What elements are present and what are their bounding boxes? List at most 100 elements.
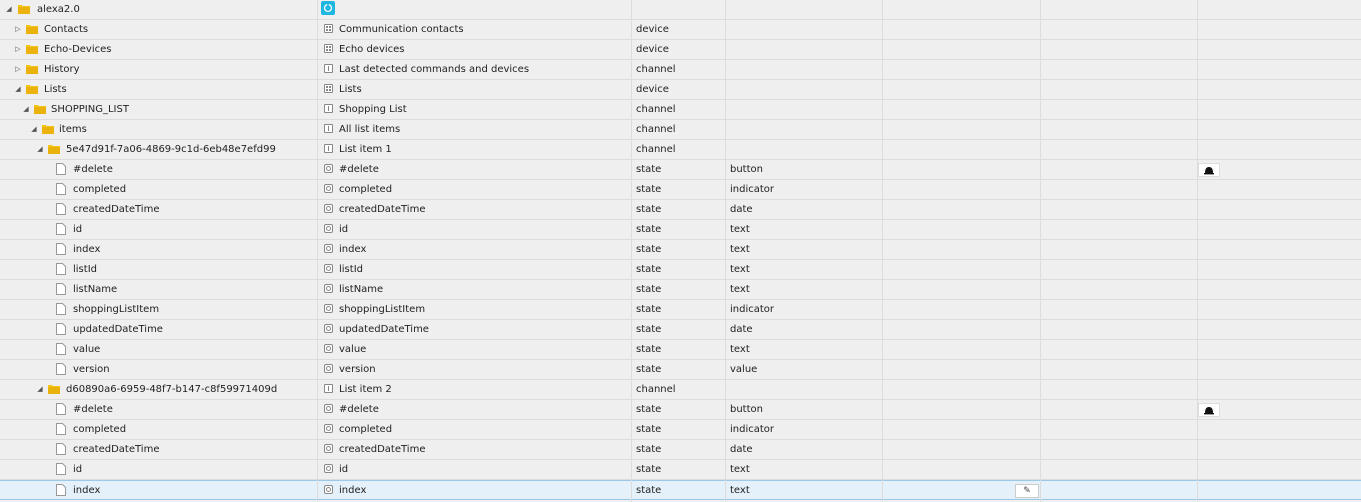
tree-row[interactable]: version version state value (0, 360, 1361, 380)
triangle-right-icon[interactable]: ▷ (13, 20, 23, 39)
folder-icon (26, 25, 38, 34)
object-type: state (636, 464, 662, 475)
tree-row[interactable]: listId listId state text (0, 260, 1361, 280)
value-cell (1198, 400, 1361, 419)
tree-row[interactable]: updatedDateTime updatedDateTime state date (0, 320, 1361, 340)
tree-row[interactable]: ◢ SHOPPING_LIST Shopping List channel (0, 100, 1361, 120)
file-icon (56, 163, 66, 175)
tree-row[interactable]: ▷ Contacts Communication contacts device (0, 20, 1361, 40)
tree-row[interactable]: ◢ items All list items channel (0, 120, 1361, 140)
tree-row[interactable]: completed completed state indicator (0, 420, 1361, 440)
object-type: state (636, 204, 662, 215)
object-tree: ◢ alexa2.0 ▷ Contacts Communication contac… (0, 0, 1361, 502)
room-cell (883, 460, 1040, 479)
triangle-down-icon[interactable]: ◢ (35, 140, 45, 159)
file-icon (56, 463, 66, 475)
file-icon (56, 223, 66, 235)
function-cell (1041, 300, 1197, 319)
value-cell (1198, 220, 1361, 239)
column-divider (1040, 0, 1041, 502)
function-cell (1041, 200, 1197, 219)
tree-row[interactable]: ◢ d60890a6-6959-48f7-b147-c8f59971409d Lis… (0, 380, 1361, 400)
tree-row[interactable]: #delete #delete state button (0, 400, 1361, 420)
tree-row[interactable]: listName listName state text (0, 280, 1361, 300)
triangle-down-icon[interactable]: ◢ (4, 0, 14, 19)
tree-row[interactable]: id id state text (0, 460, 1361, 480)
function-cell (1041, 100, 1197, 119)
name-cell: shoppingListItem (0, 300, 317, 319)
object-type: device (636, 84, 669, 95)
room-cell (883, 100, 1040, 119)
value-cell (1198, 460, 1361, 479)
triangle-down-icon[interactable]: ◢ (29, 120, 39, 139)
name-cell: ◢ alexa2.0 (0, 0, 317, 19)
triangle-down-icon[interactable]: ◢ (13, 80, 23, 99)
object-role: text (730, 224, 750, 235)
value-cell (1198, 340, 1361, 359)
tree-row[interactable]: ◢ 5e47d91f-7a06-4869-9c1d-6eb48e7efd99 Lis… (0, 140, 1361, 160)
object-id: completed (73, 184, 127, 195)
function-cell (1041, 120, 1197, 139)
file-icon (56, 443, 66, 455)
state-type-icon (324, 244, 333, 253)
object-role: text (730, 485, 750, 496)
desc-cell: id (318, 220, 631, 239)
function-cell (1041, 160, 1197, 179)
value-cell (1198, 140, 1361, 159)
pencil-icon[interactable]: ✎ (1015, 484, 1039, 498)
file-icon (56, 323, 66, 335)
tree-row[interactable]: createdDateTime createdDateTime state date (0, 440, 1361, 460)
object-id: #delete (73, 164, 113, 175)
bell-icon[interactable] (1198, 403, 1220, 417)
desc-cell: List item 2 (318, 380, 631, 399)
root-label: alexa2.0 (37, 4, 80, 15)
tree-row[interactable]: completed completed state indicator (0, 180, 1361, 200)
room-cell (883, 420, 1040, 439)
object-description: List item 1 (339, 144, 392, 155)
object-role (726, 380, 886, 399)
bell-icon[interactable] (1198, 163, 1220, 177)
triangle-right-icon[interactable]: ▷ (13, 40, 23, 59)
object-role: indicator (730, 184, 775, 195)
object-id: id (73, 224, 83, 235)
function-cell (1041, 40, 1197, 59)
name-cell: ◢ Lists (0, 80, 317, 99)
object-role: date (730, 444, 753, 455)
tree-row[interactable]: value value state text (0, 340, 1361, 360)
adapter-icon[interactable] (321, 1, 335, 15)
triangle-down-icon[interactable]: ◢ (35, 380, 45, 399)
object-description: id (339, 224, 349, 235)
triangle-down-icon[interactable]: ◢ (21, 100, 31, 119)
object-id: createdDateTime (73, 444, 160, 455)
triangle-right-icon[interactable]: ▷ (13, 60, 23, 79)
object-description: All list items (339, 124, 401, 135)
folder-icon (48, 385, 60, 394)
object-id: 5e47d91f-7a06-4869-9c1d-6eb48e7efd99 (66, 144, 276, 155)
tree-row-root[interactable]: ◢ alexa2.0 (0, 0, 1361, 20)
object-type: state (636, 364, 662, 375)
tree-row[interactable]: createdDateTime createdDateTime state date (0, 200, 1361, 220)
state-type-icon (324, 444, 333, 453)
object-description: createdDateTime (339, 204, 426, 215)
tree-row[interactable]: id id state text (0, 220, 1361, 240)
tree-row[interactable]: shoppingListItem shoppingListItem state ind… (0, 300, 1361, 320)
tree-row[interactable]: ◢ Lists Lists device (0, 80, 1361, 100)
value-cell (1198, 320, 1361, 339)
file-icon (56, 363, 66, 375)
function-cell (1041, 60, 1197, 79)
tree-row[interactable]: index index state text ✎ (0, 480, 1361, 500)
tree-row[interactable]: index index state text (0, 240, 1361, 260)
object-description: Communication contacts (339, 24, 464, 35)
folder-icon (42, 125, 54, 134)
object-description: createdDateTime (339, 444, 426, 455)
function-cell (1041, 360, 1197, 379)
tree-row[interactable]: ▷ Echo-Devices Echo devices device (0, 40, 1361, 60)
tree-row[interactable]: ▷ History Last detected commands and devic… (0, 60, 1361, 80)
name-cell: value (0, 340, 317, 359)
function-cell (1041, 80, 1197, 99)
device-type-icon (324, 24, 333, 33)
tree-row[interactable]: #delete #delete state button (0, 160, 1361, 180)
folder-icon (26, 45, 38, 54)
file-icon (56, 283, 66, 295)
object-id: d60890a6-6959-48f7-b147-c8f59971409d (66, 384, 278, 395)
